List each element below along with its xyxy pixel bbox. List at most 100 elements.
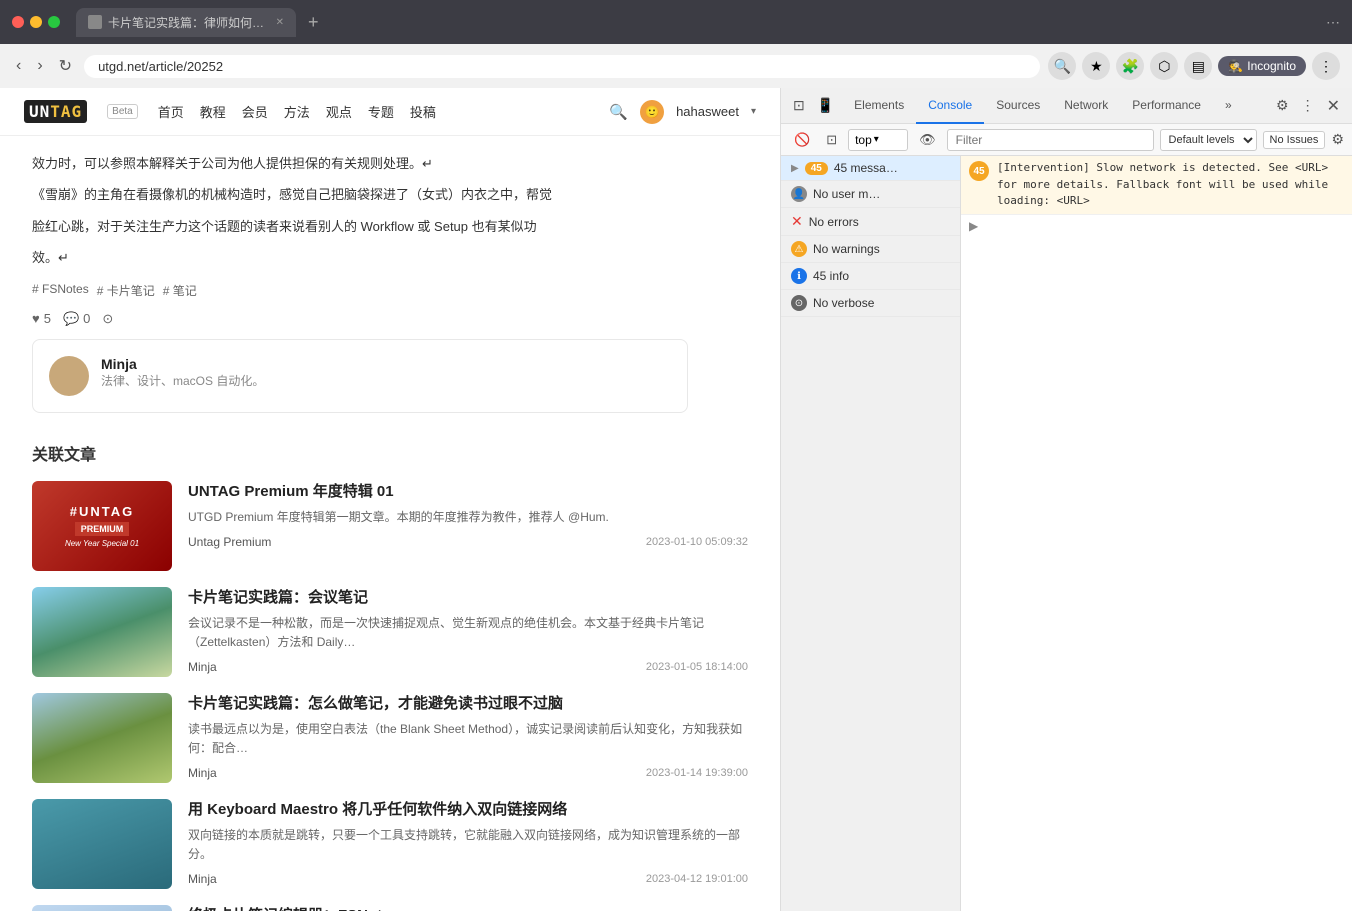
card-summary-2: 会议记录不是一种松散，而是一次快速捕捉观点、觉生新观点的绝佳机会。本文基于经典卡… [188, 614, 748, 652]
console-clear-button[interactable]: 🚫 [789, 129, 815, 151]
related-section: 关联文章 #UNTAG PREMIUM New Year Special 01 … [0, 441, 780, 911]
article-text: 效力时，可以参照本解释关于公司为他人提供担保的有关规则处理。↵ 《雪崩》的主角在… [32, 152, 688, 270]
more-tabs-button[interactable]: ⋯ [1326, 14, 1340, 31]
bookmark-button[interactable]: ★ [1082, 52, 1110, 80]
dt-tab-performance[interactable]: Performance [1120, 88, 1213, 124]
no-issues-badge[interactable]: No Issues [1263, 131, 1326, 149]
tag-cardnote[interactable]: # 卡片笔记 [97, 282, 155, 299]
sidebar-user-messages[interactable]: 👤 No user m… [781, 181, 960, 208]
top-context-selector[interactable]: top ▾ [848, 129, 908, 151]
related-article-5[interactable]: 终极卡片笔记编辑器：FSNotes 在卡片笔记领域，如果说 Obsidian 和… [32, 905, 748, 911]
profile-button[interactable]: ⬡ [1150, 52, 1178, 80]
comment-button[interactable]: 💬 0 [63, 311, 90, 327]
beta-badge: Beta [107, 104, 138, 119]
sidebar-verbose[interactable]: ⊙ No verbose [781, 290, 960, 317]
nav-method[interactable]: 方法 [284, 102, 310, 121]
devtools-settings-button[interactable]: ⚙ [1272, 92, 1293, 120]
console-message-text-1: [Intervention] Slow network is detected.… [997, 160, 1344, 210]
article-info-1: UNTAG Premium 年度特辑 01 UTGD Premium 年度特辑第… [188, 481, 748, 571]
related-article-1[interactable]: #UNTAG PREMIUM New Year Special 01 UNTAG… [32, 481, 748, 571]
username-label: hahasweet [676, 104, 739, 119]
log-level-dropdown[interactable]: Default levels [1160, 129, 1257, 151]
sidebar-info[interactable]: ℹ 45 info [781, 263, 960, 290]
card-meta-4: Minja 2023-04-12 19:01:00 [188, 872, 748, 886]
user-message-icon: 👤 [791, 186, 807, 202]
forward-button[interactable]: › [33, 53, 46, 79]
extensions-button[interactable]: 🧩 [1116, 52, 1144, 80]
console-filter-button[interactable]: ⊡ [821, 129, 842, 151]
tag-fsnotes[interactable]: # FSNotes [32, 282, 89, 299]
nav-home[interactable]: 首页 [158, 102, 184, 121]
top-context-chevron: ▾ [874, 134, 879, 145]
error-icon: ✕ [791, 213, 803, 230]
dt-tab-more[interactable]: » [1213, 88, 1244, 124]
tag-note[interactable]: # 笔记 [163, 282, 197, 299]
related-article-3[interactable]: 卡片笔记实践篇：怎么做笔记，才能避免读书过眼不过脑 读书最远点以为是，使用空白表… [32, 693, 748, 783]
devtools-inspect-button[interactable]: ⊡ [789, 93, 809, 118]
console-settings-icon[interactable]: ⚙ [1331, 131, 1344, 148]
warnings-label: No warnings [813, 242, 880, 256]
back-button[interactable]: ‹ [12, 53, 25, 79]
site-header: UNTAG Beta 首页 教程 会员 方法 观点 专题 投稿 🔍 🙂 haha… [0, 88, 780, 136]
comment-icon: 💬 [63, 311, 79, 327]
devtools-close-button[interactable]: ✕ [1323, 92, 1344, 120]
card-date-4: 2023-04-12 19:01:00 [646, 873, 748, 885]
new-tab-button[interactable]: + [308, 12, 319, 33]
expand-arrow-icon: ▶ [791, 163, 799, 174]
dt-tab-elements[interactable]: Elements [842, 88, 916, 124]
traffic-lights [12, 16, 60, 28]
sidebar-all-messages[interactable]: ▶ 45 45 messa… [781, 156, 960, 181]
nav-member[interactable]: 会员 [242, 102, 268, 121]
dt-tab-console[interactable]: Console [916, 88, 984, 124]
more-options-button[interactable]: ⋮ [1312, 52, 1340, 80]
browser-tab[interactable]: 卡片笔记实践篇：律师如何管理… ✕ [76, 8, 296, 37]
site-search-button[interactable]: 🔍 [609, 103, 628, 121]
sidebar-errors[interactable]: ✕ No errors [781, 208, 960, 236]
share-button[interactable]: ⊙ [102, 311, 113, 327]
tab-close-button[interactable]: ✕ [276, 17, 284, 28]
maximize-window-button[interactable] [48, 16, 60, 28]
expand-message-row[interactable]: ▶ [961, 215, 1352, 237]
article-thumb-5 [32, 905, 172, 911]
console-toolbar: 🚫 ⊡ top ▾ 👁 Default levels No Issues ⚙ [781, 124, 1352, 156]
article-line-4: 效。↵ [32, 246, 688, 269]
user-avatar: 🙂 [640, 100, 664, 124]
close-window-button[interactable] [12, 16, 24, 28]
devtools-device-button[interactable]: 📱 [813, 93, 838, 118]
incognito-label: Incognito [1247, 59, 1296, 73]
sidebar-warnings[interactable]: ⚠ No warnings [781, 236, 960, 263]
console-sidebar: ▶ 45 45 messa… 👤 No user m… ✕ No errors … [781, 156, 961, 911]
site-logo[interactable]: UNTAG [24, 100, 87, 123]
comment-count: 0 [83, 311, 90, 326]
dt-tab-network[interactable]: Network [1052, 88, 1120, 124]
minimize-window-button[interactable] [30, 16, 42, 28]
article-info-5: 终极卡片笔记编辑器：FSNotes 在卡片笔记领域，如果说 Obsidian 和… [188, 905, 748, 911]
card-title-4: 用 Keyboard Maestro 将几乎任何软件纳入双向链接网络 [188, 799, 748, 820]
nav-opinion[interactable]: 观点 [326, 102, 352, 121]
devtools-tabs: Elements Console Sources Network Perform… [842, 88, 1268, 124]
nav-tutorial[interactable]: 教程 [200, 102, 226, 121]
nav-special[interactable]: 专题 [368, 102, 394, 121]
devtools-more-button[interactable]: ⋮ [1297, 92, 1319, 120]
console-main: 45 [Intervention] Slow network is detect… [961, 156, 1352, 911]
article-line-3: 脸红心跳，对于关注生产力这个话题的读者来说看别人的 Workflow 或 Set… [32, 215, 688, 238]
reload-button[interactable]: ↻ [55, 52, 76, 80]
console-filter-input[interactable] [947, 129, 1154, 151]
sidebar-button[interactable]: ▤ [1184, 52, 1212, 80]
search-icon-btn[interactable]: 🔍 [1048, 52, 1076, 80]
user-menu-chevron[interactable]: ▾ [751, 106, 756, 117]
dt-tab-sources[interactable]: Sources [984, 88, 1052, 124]
article-tags: # FSNotes # 卡片笔记 # 笔记 [32, 282, 688, 299]
address-bar[interactable] [84, 55, 1040, 78]
related-article-2[interactable]: 卡片笔记实践篇：会议笔记 会议记录不是一种松散，而是一次快速捕捉观点、觉生新观点… [32, 587, 748, 677]
info-label: 45 info [813, 269, 849, 283]
card-meta-3: Minja 2023-01-14 19:39:00 [188, 766, 748, 780]
devtools-actions: ⚙ ⋮ ✕ [1272, 92, 1344, 120]
nav-bar: ‹ › ↻ 🔍 ★ 🧩 ⬡ ▤ 🕵 Incognito ⋮ [0, 44, 1352, 88]
eye-button[interactable]: 👁 [914, 129, 941, 151]
nav-submit[interactable]: 投稿 [410, 102, 436, 121]
article-info-4: 用 Keyboard Maestro 将几乎任何软件纳入双向链接网络 双向链接的… [188, 799, 748, 889]
like-button[interactable]: ♥ 5 [32, 311, 51, 326]
expand-chevron: ▶ [969, 219, 978, 233]
related-article-4[interactable]: 用 Keyboard Maestro 将几乎任何软件纳入双向链接网络 双向链接的… [32, 799, 748, 889]
